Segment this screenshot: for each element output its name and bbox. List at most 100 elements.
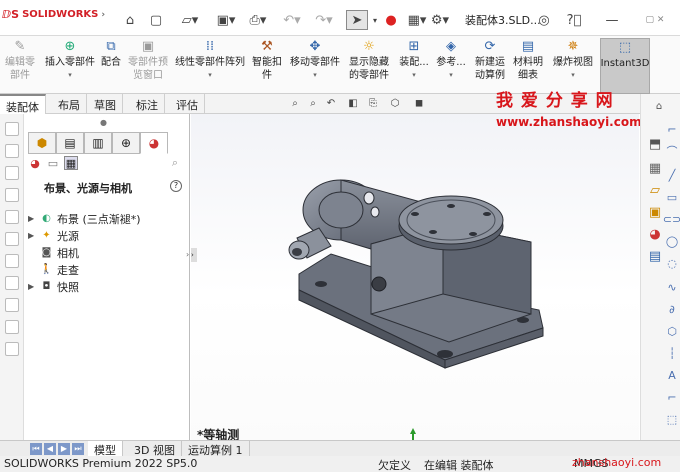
grid-icon[interactable]: ▦▾ <box>406 10 428 30</box>
move-component-button[interactable]: ✥ 移动零部件 ▾ <box>288 38 342 94</box>
view-orientation-icon[interactable]: ⬡ <box>388 96 402 110</box>
custom-properties-icon[interactable]: ▤ <box>645 246 665 266</box>
show-hidden-components-button[interactable]: ☼ 显示隐藏 的零部件 <box>346 38 392 94</box>
select-pointer-icon[interactable]: ➤ <box>346 10 368 30</box>
edit-component-button[interactable]: ✎ 编辑零 部件 <box>2 38 38 94</box>
tab-model[interactable]: 模型 <box>88 441 123 457</box>
assembly-model[interactable] <box>191 114 639 440</box>
feature-manager-tab-icon[interactable]: ⬢ <box>28 132 56 154</box>
first-tab-nav-icon[interactable]: ⏮ <box>30 443 42 455</box>
strip-tool-icon[interactable] <box>5 232 19 246</box>
tab-markup[interactable]: 标注 <box>130 94 165 114</box>
tree-item-walkthrough[interactable]: 🚶 走查 <box>28 261 141 278</box>
appearance-icon[interactable]: ◕ <box>28 156 42 170</box>
search-icon[interactable]: ⌕ <box>168 156 182 170</box>
help-icon[interactable]: ? <box>170 180 182 192</box>
line-icon[interactable]: ⌐ <box>665 122 679 136</box>
centerline-icon[interactable]: ┆ <box>665 346 679 360</box>
display-manager-tab-icon[interactable]: ◕ <box>140 132 168 154</box>
tree-item-lights[interactable]: ▶ ✦ 光源 <box>28 227 141 244</box>
property-manager-tab-icon[interactable]: ▤ <box>56 132 84 154</box>
tab-layout[interactable]: 布局 <box>52 94 87 114</box>
chevron-down-icon[interactable]: ▾ <box>449 69 453 82</box>
line-tool-icon[interactable]: ╱ <box>665 168 679 182</box>
strip-tool-icon[interactable] <box>5 342 19 356</box>
arc-icon[interactable]: ⌒ <box>665 144 679 158</box>
insert-component-button[interactable]: ⊕ 插入零部件 ▾ <box>42 38 98 94</box>
display-style-icon[interactable]: ◼ <box>412 96 426 110</box>
dimxpert-tab-icon[interactable]: ⊕ <box>112 132 140 154</box>
open-folder-icon[interactable]: ▱▾ <box>178 10 202 30</box>
ellipse-icon[interactable]: ◌ <box>665 256 679 270</box>
appearances-icon[interactable]: ◕ <box>645 224 665 244</box>
circle-icon[interactable]: ◯ <box>665 234 679 248</box>
previous-view-icon[interactable]: ↶ <box>324 96 338 110</box>
tab-assembly[interactable]: 装配体 <box>0 94 46 114</box>
help-icon[interactable]: ?⃝ <box>564 10 584 30</box>
expand-arrow-icon[interactable]: ▶ <box>28 231 36 240</box>
dynamic-annotation-icon[interactable]: ⎘ <box>366 96 380 110</box>
file-explorer-icon[interactable]: ▱ <box>645 180 665 200</box>
tab-motion-study[interactable]: 运动算例 1 <box>182 441 250 457</box>
chevron-down-icon[interactable]: ▾ <box>208 69 212 82</box>
collapse-panel-arrow-icon[interactable]: › <box>186 250 189 259</box>
linear-pattern-button[interactable]: ⁞⁞ 线性零部件阵列 ▾ <box>172 38 248 94</box>
section-view-icon[interactable]: ◧ <box>346 96 360 110</box>
print-icon[interactable]: ⎙▾ <box>246 10 270 30</box>
expand-panel-arrow-icon[interactable]: › <box>191 248 197 262</box>
chevron-down-icon[interactable]: ▾ <box>68 69 72 82</box>
decals-icon[interactable]: ▭ <box>46 156 60 170</box>
zoom-to-fit-icon[interactable]: ⌕ <box>288 96 302 110</box>
assembly-features-button[interactable]: ⊞ 装配... ▾ <box>398 38 430 94</box>
expand-arrow-icon[interactable]: ▶ <box>28 214 36 223</box>
options-gear-icon[interactable]: ⚙▾ <box>430 10 450 30</box>
chevron-right-icon[interactable]: › <box>101 10 105 20</box>
next-tab-nav-icon[interactable]: ▶ <box>58 443 70 455</box>
traffic-light-icon[interactable]: ● <box>384 10 398 30</box>
tab-sketch[interactable]: 草图 <box>88 94 123 114</box>
minimize-icon[interactable]: — <box>600 10 624 30</box>
tree-item-cameras[interactable]: ◙ 相机 <box>28 244 141 261</box>
strip-tool-icon[interactable] <box>5 320 19 334</box>
text-icon[interactable]: A <box>665 368 679 382</box>
smart-fasteners-button[interactable]: ⚒ 智能扣 件 <box>250 38 284 94</box>
plane-icon[interactable]: ⬚ <box>665 412 679 426</box>
tree-item-snapshot[interactable]: ▶ ◘ 快照 <box>28 278 141 295</box>
window-controls[interactable]: ▢ ✕ <box>640 10 670 30</box>
strip-tool-icon[interactable] <box>5 276 19 290</box>
tree-item-scene[interactable]: ▶ ◐ 布景 (三点渐褪*) <box>28 210 141 227</box>
strip-tool-icon[interactable] <box>5 144 19 158</box>
strip-tool-icon[interactable] <box>5 254 19 268</box>
strip-tool-icon[interactable] <box>5 188 19 202</box>
design-library-icon[interactable]: ▦ <box>645 158 665 178</box>
graphics-viewport[interactable]: *等轴测 › <box>191 114 639 463</box>
point-icon[interactable]: ∂ <box>665 302 679 316</box>
solidworks-resources-icon[interactable]: ⬒ <box>645 134 665 154</box>
strip-tool-icon[interactable] <box>5 298 19 312</box>
new-document-icon[interactable]: ▢ <box>146 10 166 30</box>
expand-arrow-icon[interactable]: ▶ <box>28 282 36 291</box>
chevron-down-icon[interactable]: ▾ <box>412 69 416 82</box>
component-preview-button[interactable]: ▣ 零部件预 览窗口 <box>126 38 170 94</box>
chevron-down-icon[interactable]: ▾ <box>370 10 380 30</box>
configuration-manager-tab-icon[interactable]: ▥ <box>84 132 112 154</box>
panel-grip-icon[interactable]: ● <box>100 118 107 127</box>
strip-tool-icon[interactable] <box>5 166 19 180</box>
redo-icon[interactable]: ↷▾ <box>312 10 336 30</box>
strip-tool-icon[interactable] <box>5 122 19 136</box>
reference-geometry-button[interactable]: ◈ 参考... ▾ <box>436 38 466 94</box>
scene-lights-cameras-icon[interactable]: ▦ <box>64 156 78 170</box>
save-icon[interactable]: ▣▾ <box>214 10 238 30</box>
slot-icon[interactable]: ⊂⊃ <box>663 212 680 226</box>
last-tab-nav-icon[interactable]: ⏭ <box>72 443 84 455</box>
fillet-icon[interactable]: ⌐ <box>665 390 679 404</box>
mate-button[interactable]: ⧉ 配合 <box>98 38 124 94</box>
user-icon[interactable]: ◎ <box>534 10 554 30</box>
zoom-area-icon[interactable]: ⌕ <box>306 96 320 110</box>
solidworks-logo[interactable]: ⅅS SOLIDWORKS › <box>2 8 105 21</box>
spline-icon[interactable]: ∿ <box>665 280 679 294</box>
undo-icon[interactable]: ↶▾ <box>280 10 304 30</box>
home-icon[interactable]: ⌂ <box>120 10 140 30</box>
tab-3d-views[interactable]: 3D 视图 <box>128 441 182 457</box>
tab-evaluate[interactable]: 评估 <box>170 94 205 114</box>
